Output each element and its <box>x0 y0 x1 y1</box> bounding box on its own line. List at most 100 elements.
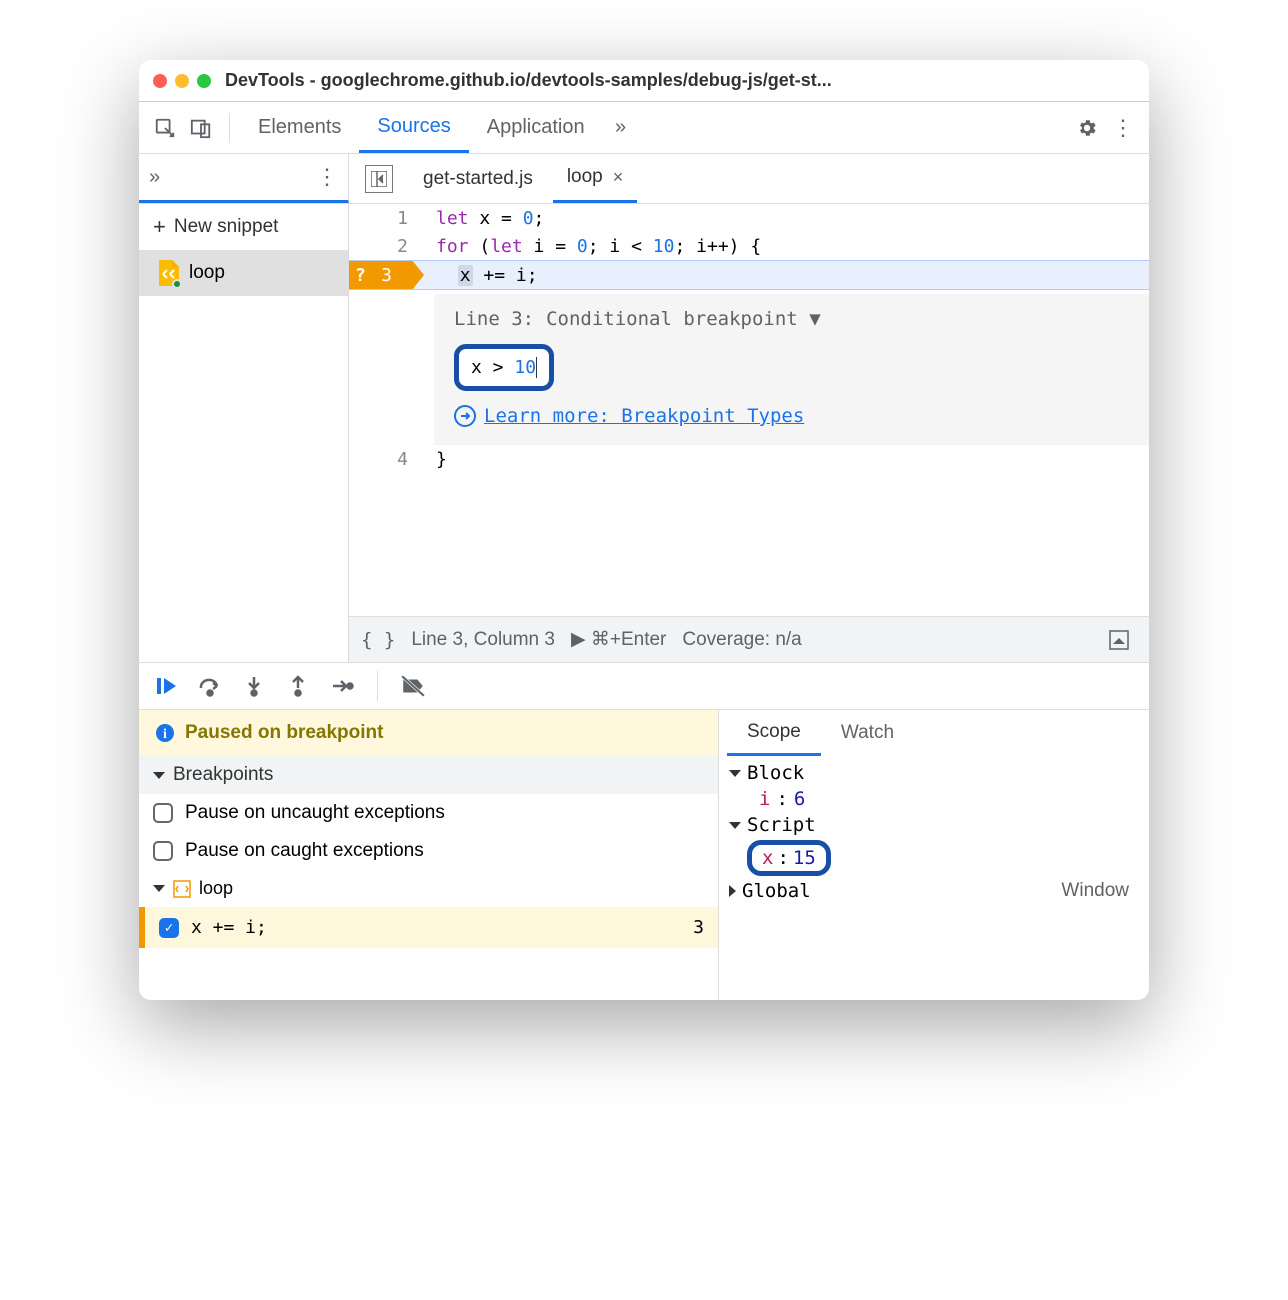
info-icon: i <box>155 723 175 743</box>
learn-more-label: Learn more: Breakpoint Types <box>484 405 804 427</box>
file-tab-label: loop <box>567 166 603 188</box>
breakpoint-source[interactable]: loop <box>139 870 718 907</box>
breakpoint-editor: Line 3: Conditional breakpoint ▼ x > 10 <box>434 294 1149 445</box>
source-name: loop <box>199 878 233 899</box>
debugger-right-pane: Scope Watch Block i: 6 Script <box>719 710 1149 1000</box>
scope-block[interactable]: Block <box>719 760 1149 786</box>
tab-scope[interactable]: Scope <box>727 710 821 756</box>
tab-sources[interactable]: Sources <box>359 102 468 153</box>
breakpoint-code: x += i; <box>191 917 267 938</box>
unsaved-dot-icon <box>172 279 182 289</box>
snippet-file-icon <box>157 260 179 286</box>
scope-tree: Block i: 6 Script x: 15 <box>719 756 1149 908</box>
step-button[interactable] <box>323 667 361 705</box>
chevron-down-icon <box>729 770 741 777</box>
window-title: DevTools - googlechrome.github.io/devtoo… <box>225 70 832 91</box>
settings-icon[interactable] <box>1069 110 1105 146</box>
close-tab-icon[interactable]: × <box>613 167 624 188</box>
line-number[interactable]: 1 <box>349 208 424 229</box>
tab-application[interactable]: Application <box>469 102 603 153</box>
file-tab-bar: get-started.js loop × <box>349 154 1149 203</box>
checkbox-unchecked-icon[interactable] <box>153 841 173 861</box>
show-navigator-icon[interactable] <box>365 165 393 193</box>
deactivate-breakpoints-button[interactable] <box>394 667 432 705</box>
breakpoint-line-number: 3 <box>693 917 704 938</box>
highlighted-variable: x: 15 <box>747 840 831 876</box>
section-label: Breakpoints <box>173 764 273 786</box>
kebab-menu-icon[interactable]: ⋮ <box>1105 110 1141 146</box>
conditional-indicator: ? <box>355 265 366 286</box>
pause-caught-toggle[interactable]: Pause on caught exceptions <box>139 832 718 870</box>
scope-watch-tabs: Scope Watch <box>719 710 1149 756</box>
checkbox-unchecked-icon[interactable] <box>153 803 173 823</box>
divider <box>229 113 230 143</box>
coverage-status: Coverage: n/a <box>682 629 801 651</box>
breakpoints-header[interactable]: Breakpoints <box>139 756 718 794</box>
pretty-print-button[interactable]: { } <box>361 629 395 651</box>
pause-uncaught-toggle[interactable]: Pause on uncaught exceptions <box>139 794 718 832</box>
scope-variable-i[interactable]: i: 6 <box>719 786 1149 812</box>
option-label: Pause on uncaught exceptions <box>185 802 445 824</box>
file-tab-get-started[interactable]: get-started.js <box>409 154 547 203</box>
step-into-button[interactable] <box>235 667 273 705</box>
window-controls <box>153 74 211 88</box>
panel-tab-bar: Elements Sources Application » ⋮ <box>139 102 1149 154</box>
editor-statusbar: { } Line 3, Column 3 ▶ ⌘+Enter Coverage:… <box>349 616 1149 662</box>
close-icon[interactable] <box>153 74 167 88</box>
snippet-icon <box>173 880 191 898</box>
bp-type-dropdown[interactable]: Conditional breakpoint ▼ <box>546 308 821 330</box>
chevron-right-icon <box>729 885 736 897</box>
minimize-icon[interactable] <box>175 74 189 88</box>
expand-navigator-icon[interactable]: » <box>149 166 160 189</box>
cursor-position: Line 3, Column 3 <box>411 629 555 651</box>
breakpoint-marker[interactable]: ? 3 <box>349 261 424 289</box>
resume-button[interactable] <box>147 667 185 705</box>
inspect-icon[interactable] <box>147 110 183 146</box>
file-tab-loop[interactable]: loop × <box>553 154 637 203</box>
step-over-button[interactable] <box>191 667 229 705</box>
breakpoint-entry[interactable]: ✓ x += i; 3 <box>139 907 718 948</box>
learn-more-link[interactable]: Learn more: Breakpoint Types <box>454 405 1129 427</box>
scope-global[interactable]: Global Window <box>719 878 1149 904</box>
divider <box>377 671 378 701</box>
scope-name: Script <box>747 814 816 836</box>
titlebar: DevTools - googlechrome.github.io/devtoo… <box>139 60 1149 102</box>
editor-area: 1 let x = 0; 2 for (let i = 0; i < 10; i… <box>349 204 1149 662</box>
arrow-right-circle-icon <box>454 405 476 427</box>
chevron-down-icon <box>153 772 165 779</box>
line-number[interactable]: 4 <box>349 449 424 470</box>
new-snippet-label: New snippet <box>174 216 279 238</box>
tab-elements[interactable]: Elements <box>240 102 359 153</box>
scope-type: Window <box>1061 880 1139 902</box>
plus-icon: + <box>153 214 166 240</box>
tab-watch[interactable]: Watch <box>821 710 914 756</box>
paused-banner: i Paused on breakpoint <box>139 710 718 756</box>
debugger-left-pane: i Paused on breakpoint Breakpoints Pause… <box>139 710 719 1000</box>
step-out-button[interactable] <box>279 667 317 705</box>
svg-text:i: i <box>163 727 167 742</box>
code-editor[interactable]: 1 let x = 0; 2 for (let i = 0; i < 10; i… <box>349 204 1149 616</box>
sources-body: + New snippet loop 1 let x = 0; 2 for <box>139 204 1149 662</box>
devtools-window: DevTools - googlechrome.github.io/devtoo… <box>139 60 1149 1000</box>
show-console-icon[interactable] <box>1101 622 1137 658</box>
zoom-icon[interactable] <box>197 74 211 88</box>
sources-toolbar: » ⋮ get-started.js loop × <box>139 154 1149 204</box>
navigator-menu-icon[interactable]: ⋮ <box>316 164 338 190</box>
more-tabs-icon[interactable]: » <box>603 110 639 146</box>
scope-script[interactable]: Script <box>719 812 1149 838</box>
checkbox-checked-icon[interactable]: ✓ <box>159 918 179 938</box>
scope-name: Global <box>742 880 811 902</box>
snippet-item-loop[interactable]: loop <box>139 250 348 296</box>
snippet-name: loop <box>189 262 225 284</box>
line-number[interactable]: 2 <box>349 236 424 257</box>
bp-condition-input[interactable]: x > 10 <box>454 344 554 391</box>
run-snippet-hint[interactable]: ▶ ⌘+Enter <box>571 628 666 651</box>
scope-variable-x[interactable]: x: 15 <box>719 838 1149 878</box>
chevron-down-icon <box>729 822 741 829</box>
bp-line-label: Line 3: <box>454 308 534 330</box>
debugger-toolbar <box>139 662 1149 710</box>
device-toolbar-icon[interactable] <box>183 110 219 146</box>
snippets-sidebar: + New snippet loop <box>139 204 349 662</box>
navigator-header[interactable]: » ⋮ <box>139 154 349 203</box>
new-snippet-button[interactable]: + New snippet <box>139 204 348 250</box>
